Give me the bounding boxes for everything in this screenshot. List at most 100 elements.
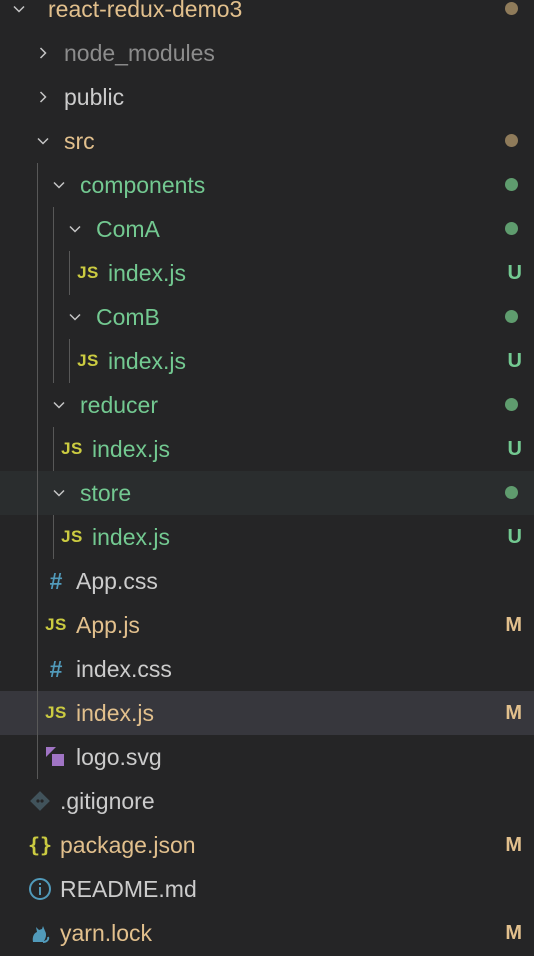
file-label: index.js: [108, 259, 186, 286]
indent-guide: [37, 603, 38, 647]
modified-status-dot: [505, 134, 518, 147]
indent-guide: [53, 427, 54, 471]
indent-guide: [37, 471, 38, 515]
indent-guide: [37, 295, 38, 339]
untracked-status-dot: [505, 222, 518, 235]
file-label: yarn.lock: [60, 919, 153, 946]
chevron-down-icon[interactable]: [48, 163, 70, 207]
chevron-down-icon[interactable]: [32, 119, 54, 163]
git-icon: [26, 779, 54, 823]
tree-row-root-folder[interactable]: react-redux-demo3: [0, 0, 534, 31]
tree-row-app-css[interactable]: # App.css: [0, 559, 534, 603]
indent-guide: [53, 251, 54, 295]
js-icon: JS: [61, 439, 83, 458]
modified-badge: M: [505, 921, 522, 944]
folder-label: node_modules: [64, 39, 215, 66]
tree-row-node-modules[interactable]: node_modules: [0, 31, 534, 75]
indent-guide: [37, 427, 38, 471]
tree-row-logo-svg[interactable]: logo.svg: [0, 735, 534, 779]
indent-guide: [37, 515, 38, 559]
indent-guide: [69, 251, 70, 295]
untracked-badge: U: [507, 349, 522, 372]
chevron-down-icon[interactable]: [64, 207, 86, 251]
indent-guide: [53, 207, 54, 251]
tree-row-reducer-index-js[interactable]: JS index.js U: [0, 427, 534, 471]
untracked-status-dot: [505, 398, 518, 411]
yarn-cat-icon: [26, 911, 54, 955]
untracked-status-dot: [505, 178, 518, 191]
tree-row-coma[interactable]: ComA: [0, 207, 534, 251]
js-icon: JS: [45, 615, 67, 634]
folder-label: ComB: [96, 303, 160, 330]
folder-label: reducer: [80, 391, 158, 418]
indent-guide: [37, 251, 38, 295]
tree-row-src[interactable]: src: [0, 119, 534, 163]
tree-row-components[interactable]: components: [0, 163, 534, 207]
tree-row-coma-index-js[interactable]: JS index.js U: [0, 251, 534, 295]
js-icon: JS: [45, 703, 67, 722]
tree-row-gitignore[interactable]: .gitignore: [0, 779, 534, 823]
chevron-down-icon[interactable]: [48, 383, 70, 427]
tree-row-comb-index-js[interactable]: JS index.js U: [0, 339, 534, 383]
untracked-badge: U: [507, 525, 522, 548]
chevron-down-icon[interactable]: [48, 471, 70, 515]
tree-row-index-css[interactable]: # index.css: [0, 647, 534, 691]
indent-guide: [37, 735, 38, 779]
js-icon: JS: [77, 263, 99, 282]
file-explorer-tree: react-redux-demo3 node_modules public sr…: [0, 0, 534, 955]
tree-row-comb[interactable]: ComB: [0, 295, 534, 339]
js-icon: JS: [77, 351, 99, 370]
tree-row-public[interactable]: public: [0, 75, 534, 119]
file-label: logo.svg: [76, 743, 162, 770]
indent-guide: [37, 163, 38, 207]
chevron-right-icon[interactable]: [32, 75, 54, 119]
folder-label: store: [80, 479, 132, 506]
tree-row-store[interactable]: store: [0, 471, 534, 515]
tree-row-reducer[interactable]: reducer: [0, 383, 534, 427]
modified-badge: M: [505, 613, 522, 636]
file-label: package.json: [60, 831, 196, 858]
tree-row-index-js[interactable]: JS index.js M: [0, 691, 534, 735]
untracked-badge: U: [507, 261, 522, 284]
indent-guide: [37, 383, 38, 427]
chevron-down-icon[interactable]: [8, 0, 30, 31]
folder-label: react-redux-demo3: [48, 0, 243, 22]
file-label: index.js: [92, 523, 170, 550]
tree-row-store-index-js[interactable]: JS index.js U: [0, 515, 534, 559]
file-label: index.js: [92, 435, 170, 462]
untracked-status-dot: [505, 310, 518, 323]
indent-guide: [53, 515, 54, 559]
json-braces-icon: {}: [27, 833, 53, 857]
file-label: index.js: [108, 347, 186, 374]
indent-guide: [53, 339, 54, 383]
js-icon: JS: [61, 527, 83, 546]
untracked-badge: U: [507, 437, 522, 460]
indent-guide: [37, 339, 38, 383]
indent-guide: [69, 339, 70, 383]
tree-row-app-js[interactable]: JS App.js M: [0, 603, 534, 647]
css-hash-icon: #: [49, 567, 63, 594]
info-icon: [26, 867, 54, 911]
chevron-right-icon[interactable]: [32, 31, 54, 75]
folder-label: public: [64, 83, 125, 110]
indent-guide: [53, 295, 54, 339]
chevron-down-icon[interactable]: [64, 295, 86, 339]
file-label: index.js: [76, 699, 154, 726]
file-label: README.md: [60, 875, 197, 902]
untracked-status-dot: [505, 486, 518, 499]
tree-row-readme[interactable]: README.md: [0, 867, 534, 911]
tree-row-package-json[interactable]: {} package.json M: [0, 823, 534, 867]
folder-label: ComA: [96, 215, 160, 242]
indent-guide: [37, 691, 38, 735]
indent-guide: [37, 647, 38, 691]
modified-badge: M: [505, 833, 522, 856]
file-label: App.js: [76, 611, 140, 638]
file-label: index.css: [76, 655, 172, 682]
tree-row-yarn-lock[interactable]: yarn.lock M: [0, 911, 534, 955]
css-hash-icon: #: [49, 655, 63, 682]
modified-badge: M: [505, 701, 522, 724]
indent-guide: [37, 559, 38, 603]
indent-guide: [37, 207, 38, 251]
file-label: .gitignore: [60, 787, 155, 814]
folder-label: components: [80, 171, 206, 198]
